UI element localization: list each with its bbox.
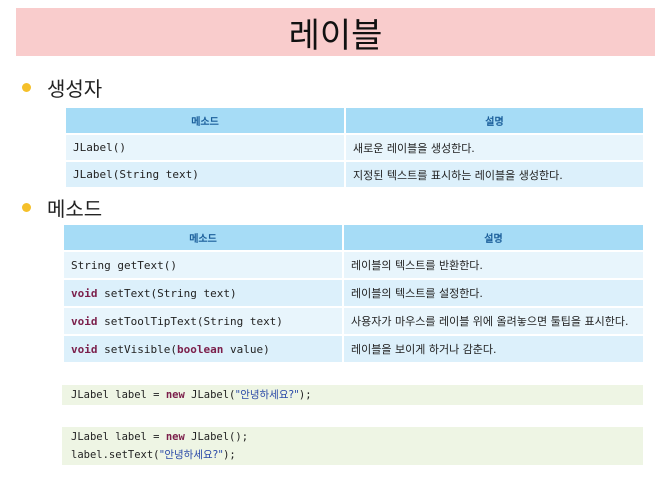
bullet-dot-icon: [22, 83, 31, 92]
keyword: void: [71, 342, 98, 356]
table-row: void setVisible(boolean value) 레이블을 보이게 …: [64, 336, 645, 364]
code-text: );: [223, 449, 236, 461]
keyword: void: [71, 286, 98, 300]
code-block-1: JLabel label = new JLabel("안녕하세요?");: [62, 385, 643, 405]
description-cell: 사용자가 마우스를 레이블 위에 올려놓으면 툴팁을 표시한다.: [344, 308, 645, 336]
bullet-label: 메소드: [47, 197, 103, 221]
method-cell: void setVisible(boolean value): [64, 336, 344, 364]
description-cell: 레이블의 텍스트를 설정한다.: [344, 280, 645, 308]
code-line: JLabel label = new JLabel();: [71, 428, 643, 446]
code-line: JLabel label = new JLabel("안녕하세요?");: [71, 386, 643, 404]
description-cell: 지정된 텍스트를 표시하는 레이블을 생성한다.: [346, 162, 645, 189]
description-cell: 레이블의 텍스트를 반환한다.: [344, 252, 645, 280]
method-cell: void setToolTipText(String text): [64, 308, 344, 336]
slide-title-bar: 레이블: [16, 8, 655, 56]
method-signature: String getText(): [71, 258, 177, 272]
method-signature: value): [223, 342, 270, 356]
table-row: void setToolTipText(String text) 사용자가 마우…: [64, 308, 645, 336]
code-keyword: new: [165, 431, 185, 443]
method-cell: JLabel(String text): [66, 162, 346, 189]
code-string: "안녕하세요?": [159, 449, 224, 461]
keyword: boolean: [176, 342, 224, 356]
code-text: JLabel(: [184, 389, 236, 401]
header-description: 설명: [344, 225, 645, 252]
header-description: 설명: [346, 108, 645, 135]
description-cell: 레이블을 보이게 하거나 감춘다.: [344, 336, 645, 364]
bullet-label: 생성자: [47, 77, 103, 101]
code-text: JLabel();: [184, 431, 249, 443]
table-header-row: 메소드 설명: [66, 108, 645, 135]
header-method: 메소드: [64, 225, 344, 252]
method-cell: JLabel(): [66, 135, 346, 162]
keyword: void: [71, 314, 98, 328]
slide-title: 레이블: [288, 15, 383, 56]
table-row: JLabel() 새로운 레이블을 생성한다.: [66, 135, 645, 162]
constructors-table: 메소드 설명 JLabel() 새로운 레이블을 생성한다. JLabel(St…: [66, 108, 645, 189]
code-line: label.setText("안녕하세요?");: [71, 446, 643, 464]
table-header-row: 메소드 설명: [64, 225, 645, 252]
method-cell: String getText(): [64, 252, 344, 280]
header-method: 메소드: [66, 108, 346, 135]
code-text: JLabel label =: [71, 431, 166, 443]
table-row: void setText(String text) 레이블의 텍스트를 설정한다…: [64, 280, 645, 308]
code-text: JLabel label =: [71, 389, 166, 401]
bullet-dot-icon: [22, 203, 31, 212]
bullet-constructors: 생성자: [22, 73, 102, 102]
method-signature: setVisible(: [97, 342, 177, 356]
code-string: "안녕하세요?": [235, 389, 299, 401]
description-cell: 새로운 레이블을 생성한다.: [346, 135, 645, 162]
method-signature: setToolTipText(String text): [97, 314, 283, 328]
bullet-methods: 메소드: [22, 193, 102, 222]
table-row: String getText() 레이블의 텍스트를 반환한다.: [64, 252, 645, 280]
code-block-2: JLabel label = new JLabel(); label.setTe…: [62, 427, 643, 465]
method-signature: setText(String text): [97, 286, 237, 300]
table-row: JLabel(String text) 지정된 텍스트를 표시하는 레이블을 생…: [66, 162, 645, 189]
method-cell: void setText(String text): [64, 280, 344, 308]
methods-table: 메소드 설명 String getText() 레이블의 텍스트를 반환한다. …: [64, 225, 645, 364]
code-text: );: [298, 389, 312, 401]
code-keyword: new: [165, 389, 185, 401]
code-text: label.setText(: [71, 449, 160, 461]
